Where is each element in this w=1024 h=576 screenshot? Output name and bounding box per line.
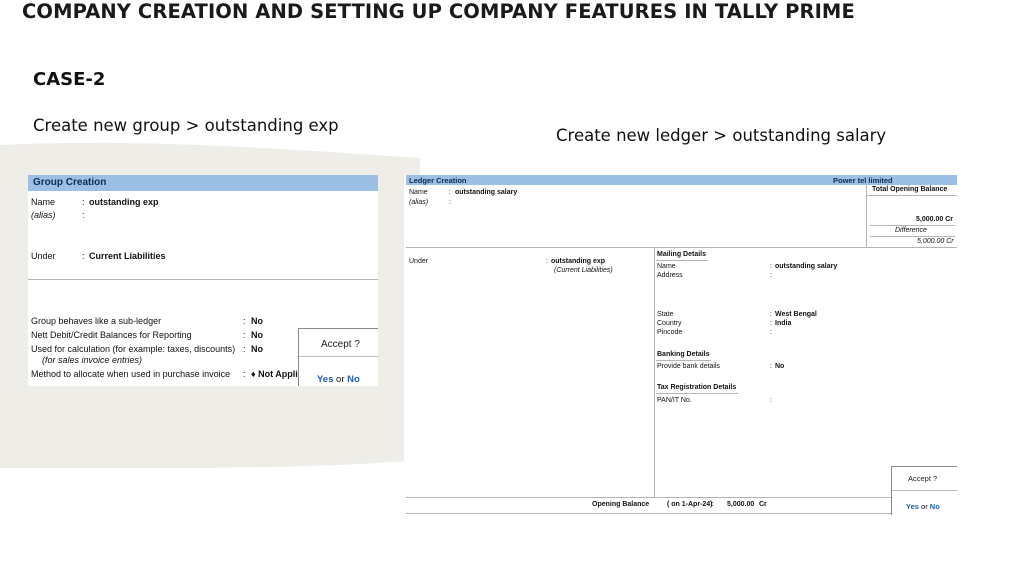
ledger-caption: Create new ledger > outstanding salary — [556, 126, 887, 145]
or-text: or — [921, 502, 928, 511]
divider — [870, 225, 955, 226]
under-field[interactable]: outstanding exp — [551, 258, 605, 265]
sub-ledger-label: Group behaves like a sub-ledger — [31, 316, 162, 326]
alias-colon: : — [82, 210, 85, 220]
difference-label: Difference — [895, 227, 927, 234]
under-field[interactable]: Current Liabilities — [89, 251, 166, 261]
name-label: Name — [409, 189, 428, 196]
colon: : — [243, 344, 246, 354]
colon: : — [770, 263, 772, 270]
divider — [656, 260, 708, 261]
provide-bank-details-field[interactable]: No — [775, 363, 784, 370]
divider — [656, 360, 711, 361]
divider — [406, 513, 891, 514]
colon: : — [770, 329, 772, 336]
tax-registration-heading: Tax Registration Details — [657, 384, 737, 391]
under-colon: : — [546, 258, 548, 265]
ledger-creation-screenshot: Ledger Creation Power tel limited Name :… — [404, 175, 957, 515]
opening-balance-label: Opening Balance — [592, 501, 650, 508]
alias-label: (alias) — [409, 199, 429, 206]
mailing-name-field[interactable]: outstanding salary — [775, 263, 837, 270]
banking-details-heading: Banking Details — [657, 351, 710, 358]
name-colon: : — [449, 189, 451, 196]
name-label: Name — [31, 197, 56, 207]
divider — [656, 393, 738, 394]
slide-title: COMPANY CREATION AND SETTING UP COMPANY … — [22, 0, 855, 23]
divider — [406, 247, 957, 248]
alias-colon: : — [449, 199, 451, 206]
provide-bank-details-label: Provide bank details — [657, 363, 721, 370]
divider — [28, 279, 378, 280]
nett-balances-field[interactable]: No — [251, 330, 263, 340]
state-label: State — [657, 311, 674, 318]
colon: : — [770, 320, 772, 327]
nett-balances-label: Nett Debit/Credit Balances for Reporting — [31, 330, 192, 340]
dialog-divider — [299, 356, 378, 357]
colon: : — [770, 397, 772, 404]
colon: : — [243, 330, 246, 340]
calculation-label: Used for calculation (for example: taxes… — [31, 344, 236, 354]
country-label: Country — [657, 320, 682, 327]
group-creation-header: Group Creation — [28, 175, 378, 191]
country-field[interactable]: India — [775, 320, 791, 327]
colon: : — [243, 316, 246, 326]
opening-balance-field[interactable]: 5,000.00 — [727, 501, 754, 508]
divider — [654, 247, 655, 497]
no-button[interactable]: No — [930, 502, 940, 511]
colon: : — [770, 272, 772, 279]
colon: : — [711, 501, 714, 508]
opening-balance-date: ( on 1-Apr-24) — [667, 501, 713, 508]
mailing-name-label: Name — [657, 263, 676, 270]
no-button[interactable]: No — [347, 374, 360, 385]
group-name-field[interactable]: outstanding exp — [89, 197, 159, 207]
colon: : — [770, 311, 772, 318]
total-opening-value: 5,000.00 Cr — [916, 216, 953, 223]
case-heading: CASE-2 — [33, 69, 106, 90]
alias-label: (alias) — [31, 210, 56, 220]
state-field[interactable]: West Bengal — [775, 311, 817, 318]
accept-prompt: Accept ? — [908, 474, 938, 483]
difference-value: 5,000.00 Cr — [917, 238, 954, 245]
sales-invoice-note: (for sales invoice entries) — [42, 355, 143, 365]
under-parent-group: (Current Liabilities) — [554, 267, 613, 274]
accept-dialog: Accept ? Yes or No — [891, 466, 957, 515]
dialog-divider — [892, 490, 957, 491]
group-caption: Create new group > outstanding exp — [33, 116, 339, 135]
accept-prompt: Accept ? — [321, 339, 360, 350]
accept-options: Yes or No — [317, 374, 360, 385]
allocation-method-label: Method to allocate when used in purchase… — [31, 369, 231, 379]
total-opening-label: Total Opening Balance — [872, 186, 948, 193]
yes-button[interactable]: Yes — [906, 502, 919, 511]
under-label: Under — [31, 251, 56, 261]
sub-ledger-field[interactable]: No — [251, 316, 263, 326]
colon: : — [243, 369, 246, 379]
divider — [870, 236, 955, 237]
accept-options: Yes or No — [906, 502, 940, 511]
group-creation-title: Group Creation — [33, 177, 107, 188]
under-colon: : — [82, 251, 85, 261]
divider — [406, 497, 891, 498]
ledger-creation-header: Ledger Creation Power tel limited — [406, 175, 957, 185]
under-label: Under — [409, 258, 429, 265]
opening-balance-type[interactable]: Cr — [759, 501, 767, 508]
mailing-details-heading: Mailing Details — [657, 251, 707, 258]
name-colon: : — [82, 197, 85, 207]
yes-button[interactable]: Yes — [317, 374, 333, 385]
ledger-name-field[interactable]: outstanding salary — [455, 189, 517, 196]
ledger-creation-title: Ledger Creation — [409, 176, 467, 185]
pan-label: PAN/IT No. — [657, 397, 692, 404]
pincode-label: Pincode — [657, 329, 683, 336]
group-creation-screenshot: Group Creation Name : outstanding exp (a… — [28, 175, 378, 386]
calculation-field[interactable]: No — [251, 344, 263, 354]
allocation-method-field[interactable]: ♦ Not Appli — [251, 369, 298, 379]
colon: : — [770, 363, 772, 370]
divider — [866, 195, 957, 196]
company-name: Power tel limited — [833, 176, 893, 185]
or-text: or — [336, 374, 345, 385]
accept-dialog: Accept ? Yes or No — [298, 328, 378, 386]
address-label: Address — [657, 272, 683, 279]
